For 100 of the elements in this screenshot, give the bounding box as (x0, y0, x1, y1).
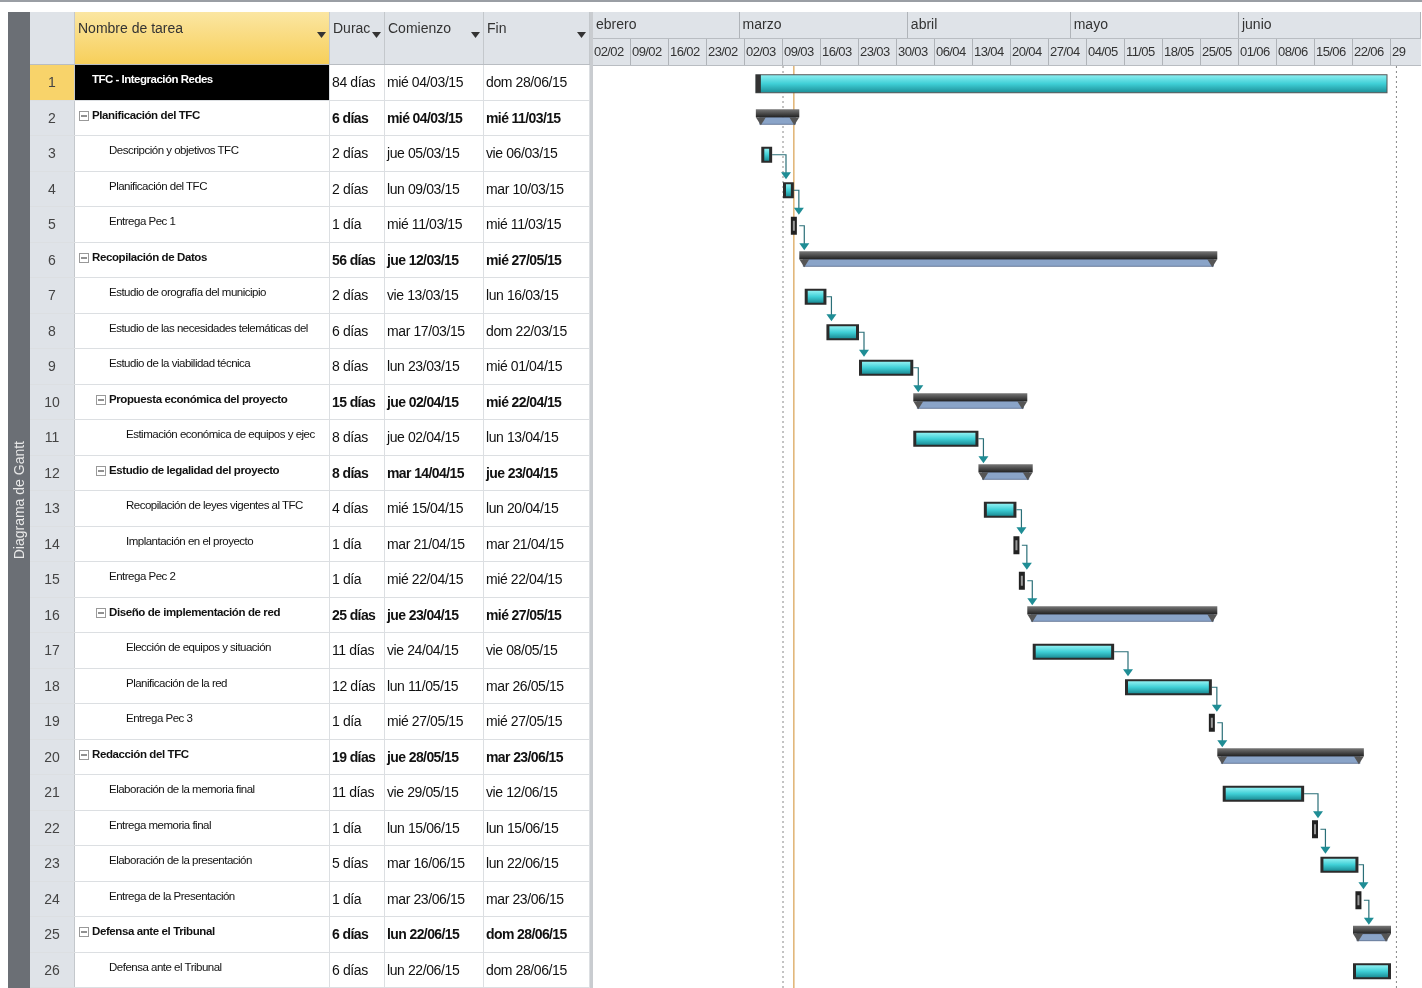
row-number[interactable]: 21 (30, 775, 75, 810)
milestone-marker[interactable] (790, 216, 797, 235)
milestone-marker[interactable] (1013, 536, 1020, 555)
row-number[interactable]: 6 (30, 242, 75, 277)
task-name-cell[interactable]: Redacción del TFC (75, 739, 330, 774)
task-name-cell[interactable]: Estudio de legalidad del proyecto (75, 455, 330, 490)
task-name-cell[interactable]: Entrega memoria final (75, 810, 330, 845)
milestone-marker[interactable] (1018, 571, 1025, 590)
task-bar[interactable] (1353, 963, 1391, 980)
task-name-cell[interactable]: Propuesta económica del proyecto (75, 384, 330, 419)
row-number[interactable]: 25 (30, 917, 75, 952)
summary-bar[interactable] (1027, 606, 1218, 623)
row-number[interactable]: 2 (30, 100, 75, 135)
row-number[interactable]: 11 (30, 420, 75, 455)
task-bar[interactable] (783, 182, 794, 199)
task-name-cell[interactable]: Elaboración de la presentación (75, 846, 330, 881)
task-name-cell[interactable]: Entrega de la Presentación (75, 881, 330, 916)
task-bar[interactable] (859, 359, 914, 376)
collapse-icon[interactable] (79, 749, 89, 760)
duration-cell: 25 días (330, 597, 385, 632)
column-header[interactable]: Nombre de tarea (75, 12, 330, 64)
summary-bar[interactable] (978, 464, 1033, 481)
row-number[interactable]: 26 (30, 952, 75, 987)
collapse-icon[interactable] (79, 110, 89, 121)
row-number[interactable]: 5 (30, 207, 75, 242)
task-bar[interactable] (826, 324, 859, 341)
row-number[interactable]: 1 (30, 65, 75, 100)
task-name-cell[interactable]: Estudio de orografía del municipio (75, 278, 330, 313)
collapse-icon[interactable] (79, 252, 89, 263)
dropdown-arrow-icon[interactable] (372, 32, 381, 38)
row-number[interactable]: 20 (30, 739, 75, 774)
task-name-cell[interactable]: Defensa ante el Tribunal (75, 917, 330, 952)
task-bar[interactable] (1032, 643, 1115, 660)
start-date-cell: mar 17/03/15 (385, 313, 484, 348)
task-name-cell[interactable]: Defensa ante el Tribunal (75, 952, 330, 987)
task-bar[interactable] (761, 146, 773, 163)
row-number[interactable]: 4 (30, 171, 75, 206)
milestone-marker[interactable] (1312, 820, 1318, 839)
task-name-cell[interactable]: Planificación del TFC (75, 100, 330, 135)
task-bar[interactable] (1320, 856, 1359, 873)
row-number[interactable]: 17 (30, 633, 75, 668)
row-number[interactable]: 24 (30, 881, 75, 916)
task-name-cell[interactable]: Estimación económica de equipos y ejec (75, 420, 330, 455)
row-number[interactable]: 10 (30, 384, 75, 419)
dropdown-arrow-icon[interactable] (577, 32, 586, 38)
task-name-cell[interactable]: Recopilación de Datos (75, 242, 330, 277)
summary-bar[interactable] (799, 251, 1218, 268)
milestone-marker[interactable] (1355, 891, 1362, 910)
row-number[interactable]: 19 (30, 704, 75, 739)
row-number[interactable]: 18 (30, 668, 75, 703)
task-name-cell[interactable]: Planificación de la red (75, 668, 330, 703)
collapse-icon[interactable] (96, 607, 106, 618)
row-number[interactable]: 16 (30, 597, 75, 632)
task-name-cell[interactable]: Estudio de las necesidades telemáticas del (75, 313, 330, 348)
task-name-cell[interactable]: Entrega Pec 2 (75, 562, 330, 597)
row-number[interactable]: 23 (30, 846, 75, 881)
task-name: Estudio de la viabilidad técnica (109, 357, 251, 369)
start-date-cell: lun 22/06/15 (385, 917, 484, 952)
task-name-cell[interactable]: Entrega Pec 1 (75, 207, 330, 242)
week-label: 15/06 (1315, 39, 1353, 65)
dropdown-arrow-icon[interactable] (471, 32, 480, 38)
summary-bar[interactable] (755, 109, 800, 126)
row-number[interactable]: 9 (30, 349, 75, 384)
row-number[interactable]: 3 (30, 136, 75, 171)
row-number[interactable]: 13 (30, 491, 75, 526)
task-bar[interactable] (983, 501, 1017, 518)
task-name-cell[interactable]: Recopilación de leyes vigentes al TFC (75, 491, 330, 526)
task-name-cell[interactable]: Elección de equipos y situación (75, 633, 330, 668)
summary-bar[interactable] (913, 393, 1028, 410)
project-bar[interactable] (755, 74, 1388, 94)
task-bar[interactable] (1125, 679, 1212, 696)
task-name: Estudio de las necesidades telemáticas del (109, 321, 308, 334)
task-name-cell[interactable]: Descripción y objetivos TFC (75, 136, 330, 171)
column-header[interactable]: Comienzo (385, 12, 484, 64)
collapse-icon[interactable] (79, 927, 89, 937)
task-name-cell[interactable]: Estudio de la viabilidad técnica (75, 349, 330, 384)
task-name-cell[interactable]: Elaboración de la memoria final (75, 775, 330, 810)
collapse-icon[interactable] (96, 465, 106, 476)
summary-bar[interactable] (1353, 925, 1391, 942)
task-bar[interactable] (1222, 785, 1305, 802)
row-number[interactable]: 12 (30, 455, 75, 490)
task-bar[interactable] (913, 430, 979, 447)
row-number[interactable]: 14 (30, 526, 75, 561)
row-number[interactable]: 15 (30, 562, 75, 597)
dropdown-arrow-icon[interactable] (317, 32, 326, 38)
task-name-cell[interactable]: Entrega Pec 3 (75, 704, 330, 739)
task-name-cell[interactable]: Planificación del TFC (75, 171, 330, 206)
summary-bar[interactable] (1217, 748, 1364, 765)
column-header[interactable]: Durac (330, 12, 385, 64)
task-name-cell[interactable]: TFC - Integración Redes (75, 65, 330, 100)
row-number[interactable]: 22 (30, 810, 75, 845)
finish-date-cell: dom 28/06/15 (484, 65, 590, 100)
milestone-marker[interactable] (1208, 713, 1215, 732)
task-name-cell[interactable]: Diseño de implementación de red (75, 597, 330, 632)
row-number[interactable]: 7 (30, 278, 75, 313)
row-number[interactable]: 8 (30, 313, 75, 348)
collapse-icon[interactable] (96, 394, 106, 405)
task-name-cell[interactable]: Implantación en el proyecto (75, 526, 330, 561)
task-bar[interactable] (804, 288, 827, 305)
column-header[interactable]: Fin (484, 12, 590, 64)
